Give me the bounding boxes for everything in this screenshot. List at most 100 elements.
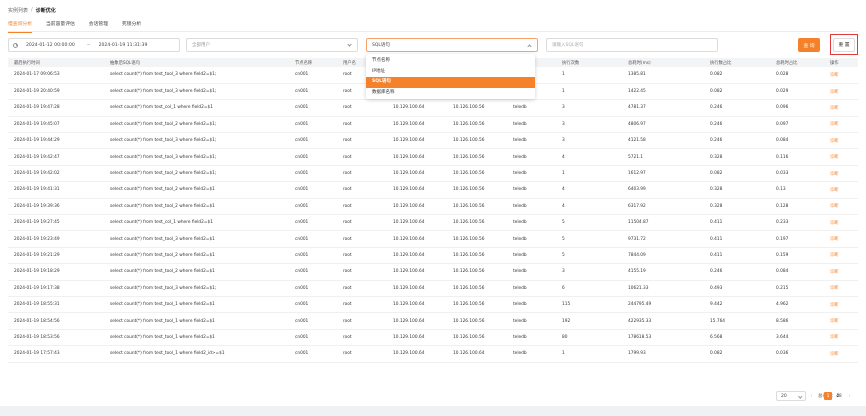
sql-type-select[interactable]: SQL语句 — [366, 38, 538, 52]
table-cell: select count(*) from test_tool_2 where f… — [104, 116, 289, 134]
table-cell: 3 — [556, 132, 622, 150]
page-size-select[interactable]: 20 — [776, 391, 806, 401]
end-date[interactable]: 2024-01-19 11:31:39 — [99, 43, 148, 48]
table-cell: teledb — [507, 132, 556, 150]
table-cell: 5 — [556, 214, 622, 232]
table-cell: select count(*) from test_tool_2 where f… — [104, 181, 289, 199]
table-cell: cn001 — [289, 83, 337, 101]
breadcrumb-instance-list[interactable]: 实例列表 — [8, 7, 28, 14]
diagnose-link[interactable]: 诊断 — [824, 198, 858, 216]
breadcrumb-separator: / — [31, 7, 33, 13]
diagnose-link[interactable]: 诊断 — [824, 181, 858, 199]
diagnose-link[interactable]: 诊断 — [824, 148, 858, 166]
breadcrumb: 实例列表 / 诊断优化 — [8, 5, 56, 15]
table-cell: 192 — [556, 312, 622, 330]
table-cell: root — [337, 181, 387, 199]
column-header: 抽象后SQL语句 — [104, 58, 289, 67]
table-cell: teledb — [507, 263, 556, 281]
diagnose-link[interactable]: 诊断 — [824, 116, 858, 134]
table-cell: 80 — [556, 329, 622, 347]
table-cell: cn001 — [289, 116, 337, 134]
table-row: 2024-01-19 18:54:56 select count(*) from … — [8, 312, 858, 330]
table-cell: select count(*) from test_tool_2 where f… — [104, 247, 289, 265]
table-cell: 0.082 — [704, 345, 770, 363]
table-cell: 10.126.100.64 — [447, 345, 507, 363]
table-cell: 0.411 — [704, 230, 770, 248]
table-row: 2024-01-19 17:57:43 select count(*) from … — [8, 345, 858, 363]
table-cell: cn001 — [289, 67, 337, 84]
table-cell: 1422.45 — [622, 83, 704, 101]
table-cell: root — [337, 99, 387, 117]
table-cell: select count(*) from test_tool_1 where f… — [104, 312, 289, 330]
date-range-picker[interactable]: 2024-01-12 00:00:00 ~ 2024-01-19 11:31:3… — [8, 38, 180, 52]
diagnose-link[interactable]: 诊断 — [824, 280, 858, 297]
tab-deadlock[interactable]: 死锁分析 — [122, 19, 141, 32]
table-cell: 10.129.100.64 — [387, 148, 447, 166]
table-cell: cn001 — [289, 165, 337, 183]
reset-button[interactable]: 重 置 — [833, 37, 855, 52]
user-select[interactable]: 全部用户 — [186, 38, 358, 52]
diagnose-link[interactable]: 诊断 — [824, 345, 858, 363]
table-cell: 10.129.100.64 — [387, 181, 447, 199]
table-cell: teledb — [507, 214, 556, 232]
sql-search-input[interactable] — [546, 38, 718, 52]
table-cell: 10.129.100.64 — [387, 312, 447, 330]
table-cell: 4 — [556, 198, 622, 216]
date-separator: ~ — [86, 42, 91, 48]
table-cell: 10.129.100.64 — [387, 263, 447, 281]
diagnose-link[interactable]: 诊断 — [824, 296, 858, 314]
table-cell: cn001 — [289, 247, 337, 265]
table-cell: 0.246 — [704, 132, 770, 150]
page-2-button[interactable]: 2 — [834, 392, 842, 400]
table-row: 2024-01-19 19:17:38 select count(*) from … — [8, 280, 858, 297]
diagnose-link[interactable]: 诊断 — [824, 83, 858, 101]
start-date[interactable]: 2024-01-12 00:00:00 — [26, 43, 75, 48]
page-1-button[interactable]: 1 — [824, 392, 832, 400]
table-row: 2024-01-19 19:47:28 select count(*) from … — [8, 99, 858, 117]
diagnose-link[interactable]: 诊断 — [824, 99, 858, 117]
table-cell: 0.246 — [704, 263, 770, 281]
table-cell: 4806.97 — [622, 116, 704, 134]
table-cell: 0.215 — [770, 280, 824, 297]
table-cell: 1 — [556, 345, 622, 363]
table-cell: 10.129.100.64 — [387, 165, 447, 183]
column-header: 执行数占比 — [704, 58, 770, 67]
table-cell: 1385.81 — [622, 67, 704, 84]
table-cell: 10.129.100.64 — [387, 280, 447, 297]
table-cell: 10.126.100.56 — [447, 181, 507, 199]
table-cell: select count(*) from test_tool_3 where f… — [104, 230, 289, 248]
prev-page-button[interactable]: ‹ — [808, 391, 815, 401]
table-cell: 5721.1 — [622, 148, 704, 166]
table-row: 2024-01-19 19:39:36 select count(*) from … — [8, 198, 858, 216]
table-cell: 4781.37 — [622, 99, 704, 117]
table-cell: 2024-01-19 19:17:38 — [8, 280, 104, 297]
table-cell: 10.126.100.56 — [447, 99, 507, 117]
table-cell: root — [337, 296, 387, 314]
diagnose-link[interactable]: 诊断 — [824, 312, 858, 330]
table-cell: select count(*) from test_tool_1 where f… — [104, 345, 289, 363]
chevron-down-icon — [797, 393, 802, 398]
tab-capacity[interactable]: 当前容量评估 — [46, 19, 75, 32]
table-cell: 10.126.100.56 — [447, 329, 507, 347]
diagnose-link[interactable]: 诊断 — [824, 67, 858, 84]
table-cell: 10.129.100.64 — [387, 296, 447, 314]
tab-sessions[interactable]: 会话管理 — [89, 19, 108, 32]
dropdown-option-db-name[interactable]: 数据库名称 — [366, 88, 535, 99]
dropdown-option-sql[interactable]: SQL语句 — [366, 77, 535, 88]
table-cell: cn001 — [289, 280, 337, 297]
table-cell: teledb — [507, 312, 556, 330]
table-cell: 4 — [556, 148, 622, 166]
diagnose-link[interactable]: 诊断 — [824, 132, 858, 150]
diagnose-link[interactable]: 诊断 — [824, 165, 858, 183]
diagnose-link[interactable]: 诊断 — [824, 263, 858, 281]
diagnose-link[interactable]: 诊断 — [824, 247, 858, 265]
dropdown-option-node-name[interactable]: 节点名称 — [366, 56, 535, 67]
tab-slow-query[interactable]: 慢查询分析 — [8, 19, 32, 33]
table-cell: cn001 — [289, 230, 337, 248]
diagnose-link[interactable]: 诊断 — [824, 214, 858, 232]
query-button[interactable]: 查 询 — [798, 38, 820, 52]
diagnose-link[interactable]: 诊断 — [824, 329, 858, 347]
dropdown-option-ip[interactable]: IP地址 — [366, 67, 535, 78]
diagnose-link[interactable]: 诊断 — [824, 230, 858, 248]
next-page-button[interactable]: › — [846, 391, 853, 401]
